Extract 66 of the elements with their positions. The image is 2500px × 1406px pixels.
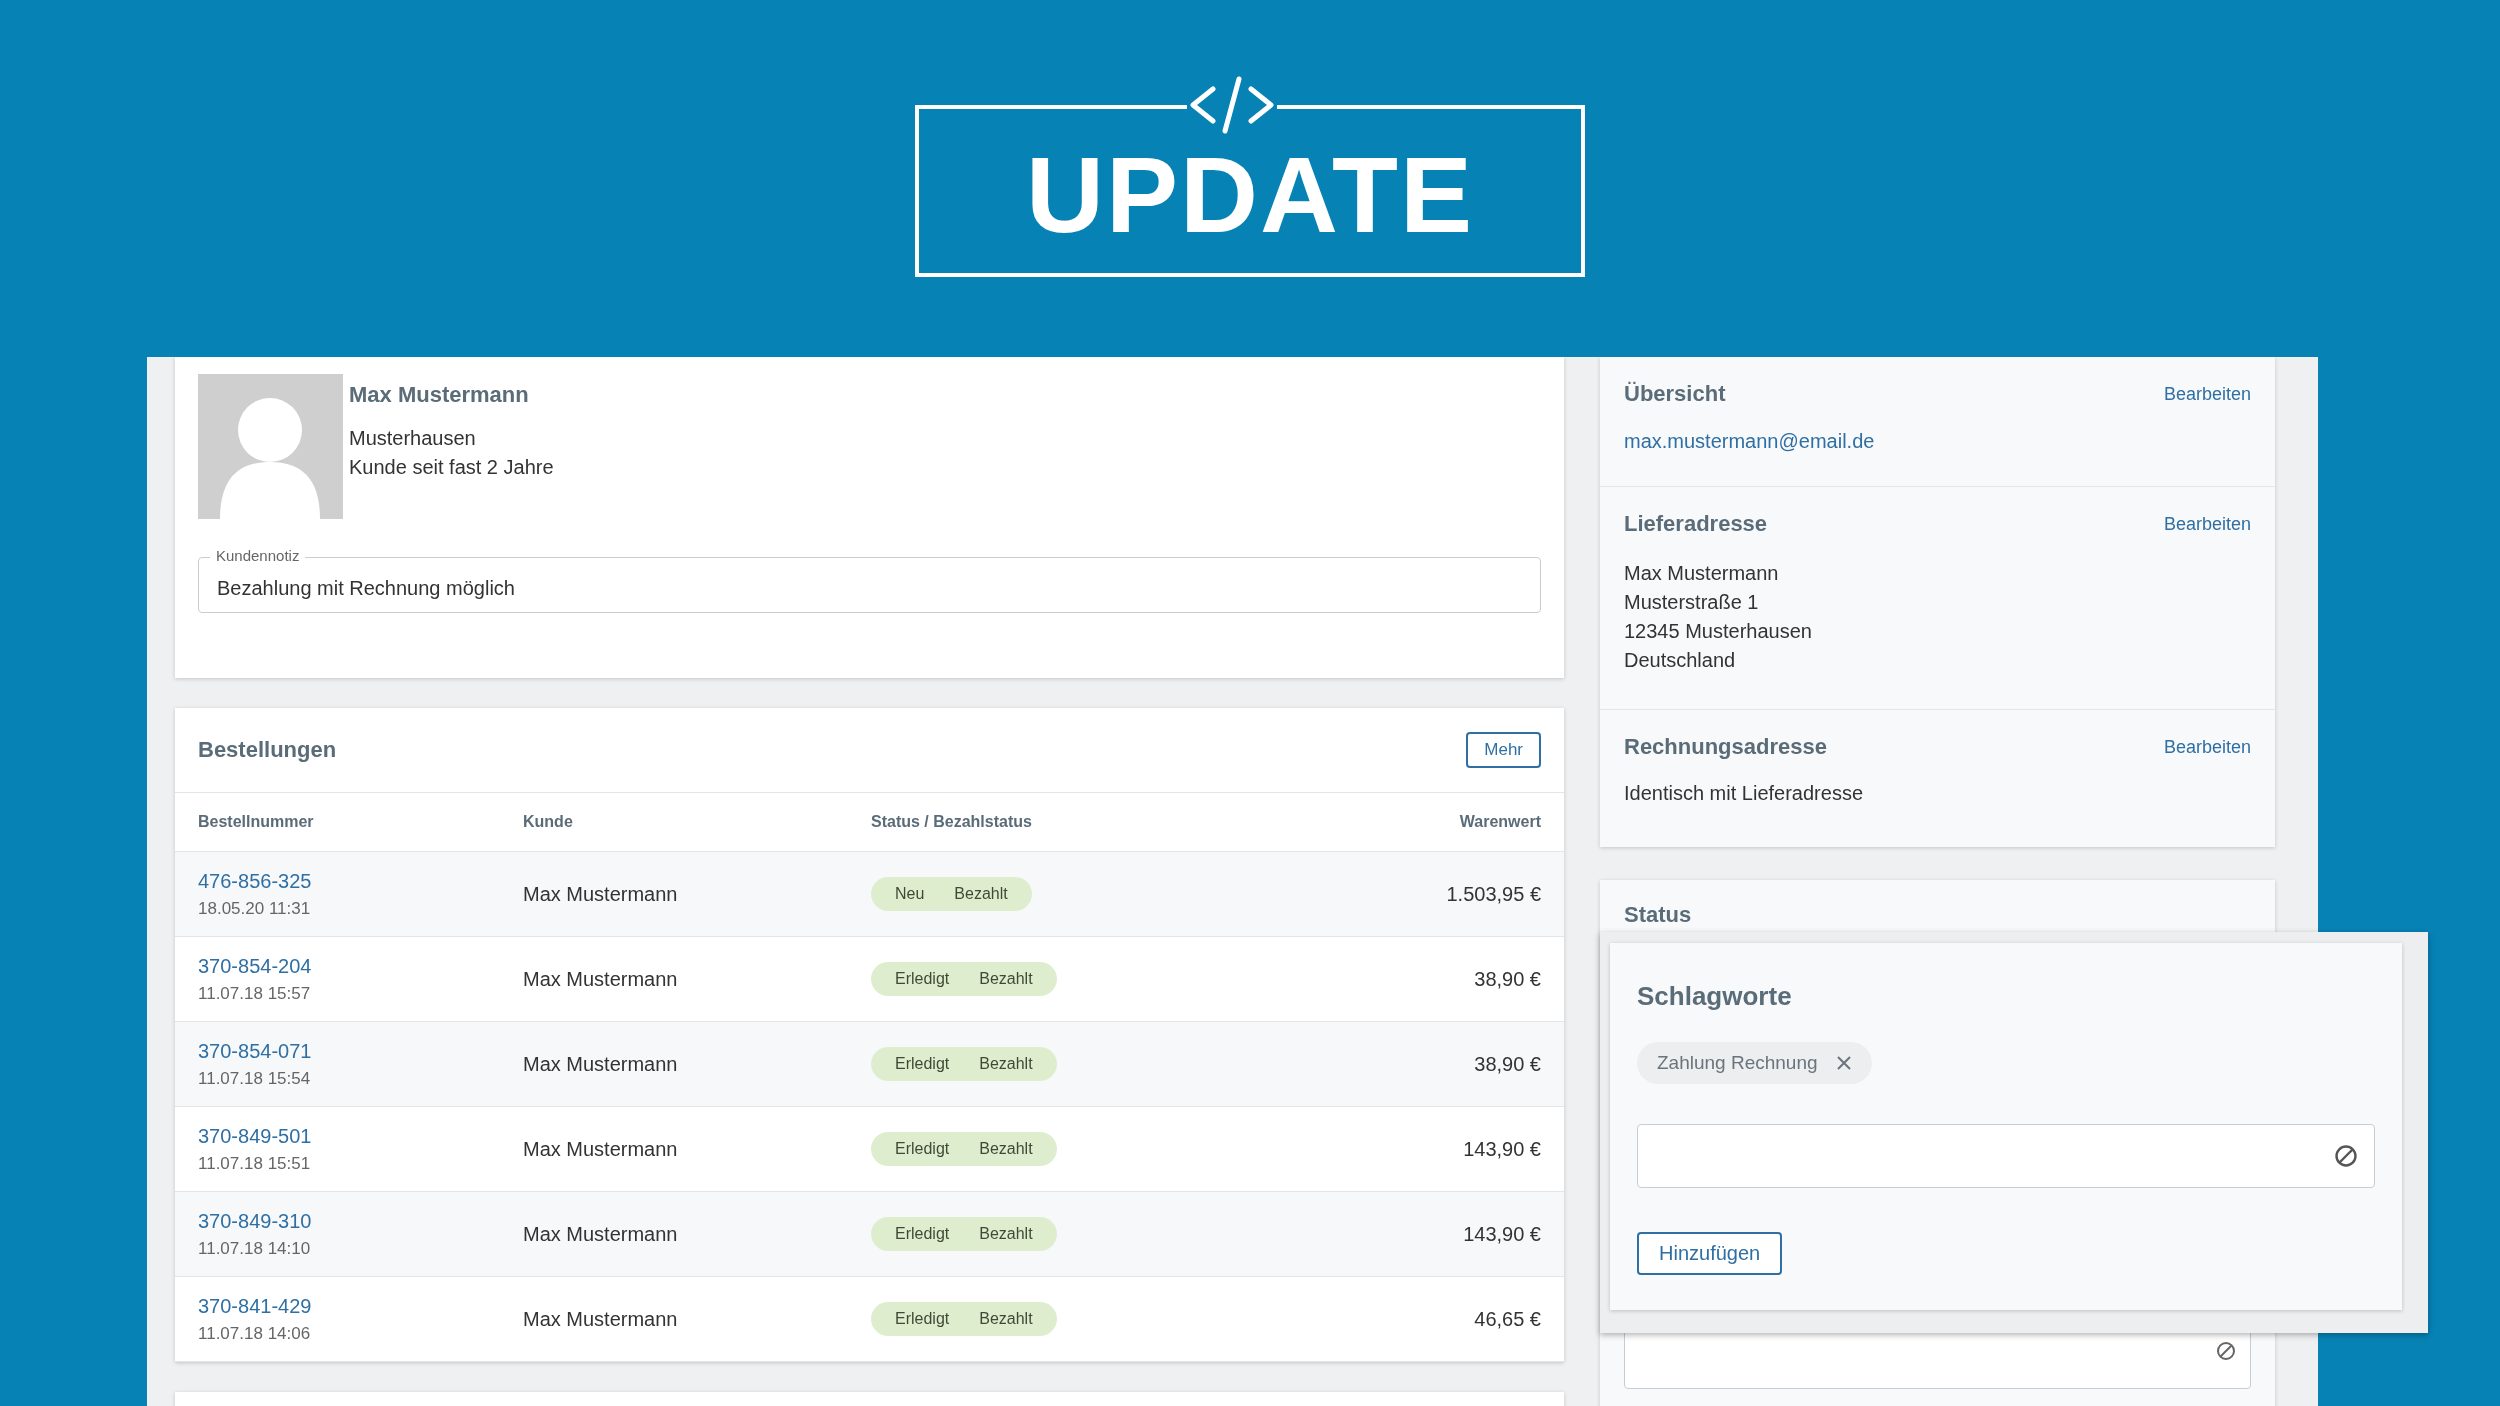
address-line: Deutschland [1624, 648, 1737, 673]
address-line: 12345 Musterhausen [1624, 619, 1813, 644]
order-date: 18.05.20 11:31 [198, 898, 312, 919]
dialog-title: Schlagworte [1637, 981, 1792, 1012]
banner-title: UPDATE [1026, 132, 1474, 257]
address-line: Max Mustermann [1624, 561, 1780, 586]
more-button[interactable]: Mehr [1466, 732, 1541, 768]
payment-status: Bezahlt [979, 970, 1033, 988]
tag-input-field[interactable] [1637, 1124, 2375, 1188]
order-date: 11.07.18 15:54 [198, 1068, 312, 1089]
customer-cell-text: Max Mustermann [523, 1137, 679, 1161]
add-button[interactable]: Hinzufügen [1637, 1232, 1783, 1275]
section-title: Lieferadresse [1624, 511, 1768, 537]
order-status: Neu [895, 885, 925, 903]
value-cell-text: 143,90 € [1462, 1137, 1541, 1161]
order-status: Erledigt [895, 1055, 950, 1073]
order-status: Erledigt [895, 1225, 950, 1243]
billing-address-text: Identisch mit Lieferadresse [1624, 782, 1863, 805]
section-title: Rechnungsadresse [1624, 734, 1827, 760]
payment-status: Bezahlt [979, 1055, 1033, 1073]
order-number-link[interactable]: 370-854-204 [198, 954, 523, 978]
column-header: Kunde [523, 813, 574, 831]
column-header: Status / Bezahlstatus [871, 813, 1033, 831]
value-cell-text: 46,65 € [1473, 1307, 1541, 1331]
order-date: 11.07.18 15:51 [198, 1153, 312, 1174]
payment-status: Bezahlt [979, 1225, 1033, 1243]
tag-label: Zahlung Rechnung [1657, 1052, 1818, 1074]
order-status: Erledigt [895, 1310, 950, 1328]
clear-icon[interactable] [2334, 1144, 2358, 1168]
edit-link[interactable]: Bearbeiten [2163, 513, 2251, 535]
order-number-link[interactable]: 370-849-501 [198, 1124, 523, 1148]
card-title: Bestellungen [198, 737, 337, 763]
order-number-link[interactable]: 370-849-310 [198, 1209, 523, 1233]
order-status: Erledigt [895, 1140, 950, 1158]
customer-cell-text: Max Mustermann [523, 882, 679, 906]
column-header: Warenwert [1458, 813, 1541, 831]
order-status: Erledigt [895, 970, 950, 988]
edit-link[interactable]: Bearbeiten [2163, 383, 2251, 405]
customer-cell-text: Max Mustermann [523, 1307, 679, 1331]
payment-status: Bezahlt [954, 885, 1008, 903]
section-title: Status [1624, 902, 1692, 927]
address-line: Musterstraße 1 [1624, 590, 1760, 615]
order-number-link[interactable]: 476-856-325 [198, 869, 523, 893]
customer-cell-text: Max Mustermann [523, 1222, 679, 1246]
payment-status: Bezahlt [979, 1140, 1033, 1158]
customer-name: Max Mustermann [349, 382, 530, 408]
customer-city: Musterhausen [349, 426, 477, 451]
order-number-link[interactable]: 370-854-071 [198, 1039, 523, 1063]
value-cell-text: 1.503,95 € [1445, 882, 1541, 906]
close-icon[interactable] [1835, 1055, 1852, 1071]
order-date: 11.07.18 14:06 [198, 1323, 312, 1344]
order-date: 11.07.18 14:10 [198, 1238, 312, 1259]
order-number-link[interactable]: 370-841-429 [198, 1294, 523, 1318]
column-header: Bestellnummer [198, 813, 315, 831]
value-cell-text: 38,90 € [1473, 1052, 1541, 1076]
edit-link[interactable]: Bearbeiten [2163, 736, 2251, 758]
value-cell-text: 38,90 € [1473, 967, 1541, 991]
customer-cell-text: Max Mustermann [523, 967, 679, 991]
customer-cell-text: Max Mustermann [523, 1052, 679, 1076]
customer-since: Kunde seit fast 2 Jahre [349, 455, 554, 480]
order-date: 11.07.18 15:57 [198, 983, 312, 1004]
email-link[interactable]: max.mustermann@email.de [1624, 430, 1875, 453]
payment-status: Bezahlt [979, 1310, 1033, 1328]
value-cell-text: 143,90 € [1462, 1222, 1541, 1246]
section-title: Übersicht [1624, 381, 1726, 407]
clear-icon[interactable] [2216, 1341, 2236, 1361]
